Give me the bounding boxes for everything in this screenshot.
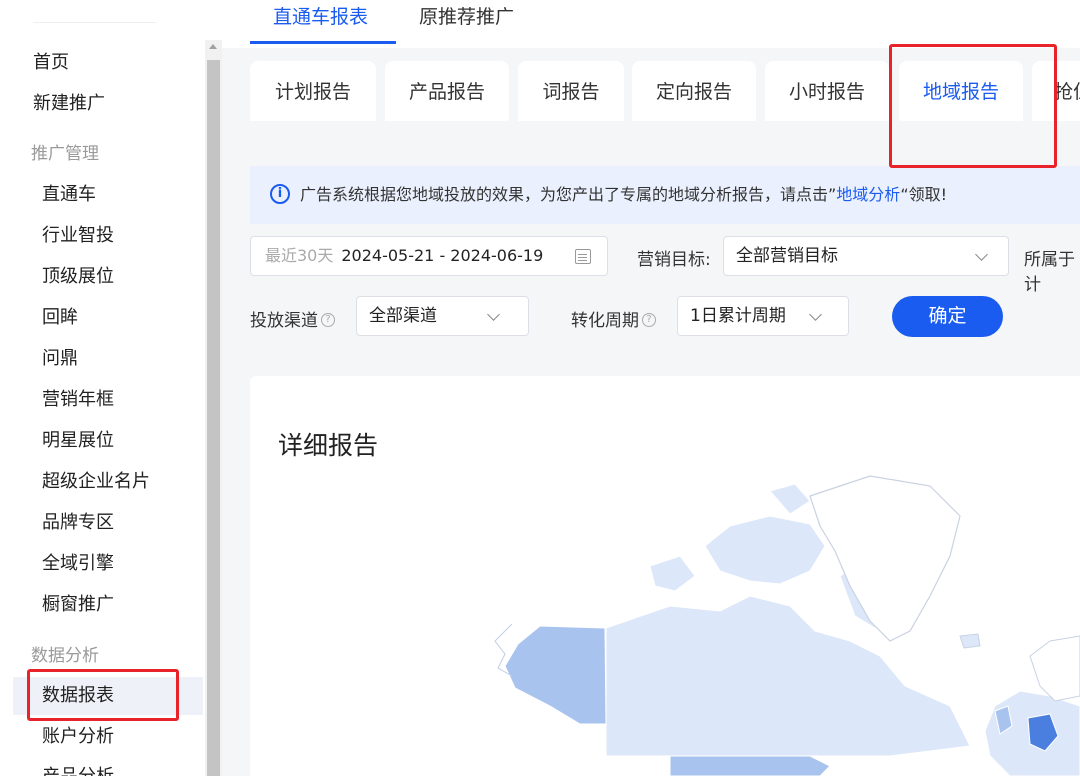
tab-plan-report[interactable]: 计划报告: [250, 61, 376, 121]
chevron-down-icon: [809, 308, 822, 321]
notice-text: 广告系统根据您地域投放的效果，为您产出了专属的地域分析报告，请点击”: [300, 185, 837, 204]
tab-product-report[interactable]: 产品报告: [385, 61, 509, 121]
notice-text-end: “领取!: [900, 185, 948, 204]
map-region-greenland[interactable]: [809, 475, 961, 642]
region-analysis-link[interactable]: 地域分析: [836, 185, 900, 204]
sidebar-item[interactable]: 回眸: [0, 299, 205, 337]
sidebar-item[interactable]: 顶级展位: [0, 258, 205, 296]
belongs-label: 所属于计: [1024, 250, 1075, 295]
region-notice-banner: i 广告系统根据您地域投放的效果，为您产出了专属的地域分析报告，请点击”地域分析“…: [250, 166, 1080, 224]
sidebar-item[interactable]: 新建推广: [0, 85, 205, 123]
sidebar: 首页 新建推广推广管理直通车 行业智投 顶级展位 回眸 问鼎 营销年框 明星展位 超级企业名片品…: [0, 0, 205, 776]
sidebar-item[interactable]: 直通车: [0, 176, 205, 214]
sidebar-item[interactable]: 账户分析: [0, 718, 205, 756]
channel-select-value: 全部渠道: [369, 306, 437, 326]
tab-direct-train-report[interactable]: 直通车报表: [250, 0, 396, 44]
region-map[interactable]: [250, 456, 1080, 776]
scrollbar-thumb[interactable]: [207, 60, 220, 776]
sidebar-item[interactable]: 产品分析: [0, 758, 205, 776]
sidebar-item[interactable]: 橱窗推广: [0, 586, 205, 624]
cycle-label-text: 转化周期: [571, 311, 639, 331]
map-region-arctic-islands[interactable]: [704, 515, 826, 585]
date-range-value: 2024-05-21 - 2024-06-19: [341, 246, 544, 265]
sidebar-divider: [33, 22, 156, 23]
sidebar-group-label: 推广管理: [31, 144, 99, 164]
confirm-button[interactable]: 确定: [892, 296, 1003, 337]
help-icon[interactable]: ?: [642, 313, 656, 327]
goal-label: 营销目标:: [637, 250, 711, 270]
goal-select-value: 全部营销目标: [736, 246, 838, 266]
tab-hourly-report[interactable]: 小时报告: [765, 61, 889, 121]
map-region-usa[interactable]: [669, 755, 831, 776]
chevron-down-icon: [487, 308, 500, 321]
cycle-label: 转化周期?: [571, 306, 656, 331]
highlight-region-report: [889, 44, 1057, 168]
tab-original-recommend[interactable]: 原推荐推广: [419, 0, 514, 44]
top-tabbar: 直通车报表 原推荐推广: [222, 0, 1080, 48]
sidebar-item[interactable]: 行业智投: [0, 217, 205, 255]
tab-targeting-report[interactable]: 定向报告: [632, 61, 756, 121]
map-region-scandinavia[interactable]: [1029, 635, 1080, 702]
sidebar-item[interactable]: 问鼎: [0, 340, 205, 378]
sidebar-item[interactable]: 明星展位: [0, 422, 205, 460]
tab-keyword-report[interactable]: 词报告: [518, 61, 624, 121]
calendar-icon: [575, 249, 591, 264]
map-region-island[interactable]: [769, 483, 811, 515]
channel-select[interactable]: 全部渠道: [356, 296, 529, 336]
sidebar-item[interactable]: 品牌专区: [0, 504, 205, 542]
goal-select[interactable]: 全部营销目标: [723, 236, 1009, 276]
map-region-island[interactable]: [649, 555, 696, 592]
map-region-iceland[interactable]: [959, 633, 981, 649]
sidebar-item[interactable]: 营销年框: [0, 381, 205, 419]
channel-label-text: 投放渠道: [250, 311, 318, 331]
sidebar-scrollbar[interactable]: [205, 40, 222, 776]
sidebar-item[interactable]: 超级企业名片: [0, 463, 205, 501]
detail-report-card: 详细报告: [250, 376, 1080, 776]
scroll-up-arrow-icon[interactable]: [209, 44, 217, 49]
cycle-select[interactable]: 1日累计周期: [677, 296, 849, 336]
cycle-select-value: 1日累计周期: [690, 306, 786, 326]
channel-label: 投放渠道?: [250, 306, 335, 331]
chevron-down-icon: [975, 248, 988, 261]
map-region-alaska[interactable]: [504, 625, 607, 725]
date-range-picker[interactable]: 最近30天 2024-05-21 - 2024-06-19: [250, 236, 608, 276]
sidebar-item[interactable]: 全域引擎: [0, 545, 205, 583]
sidebar-item[interactable]: 首页: [0, 44, 205, 82]
info-icon: i: [270, 183, 290, 204]
highlight-data-report: [27, 669, 179, 721]
date-preset: 最近30天: [265, 246, 334, 265]
help-icon[interactable]: ?: [321, 313, 335, 327]
